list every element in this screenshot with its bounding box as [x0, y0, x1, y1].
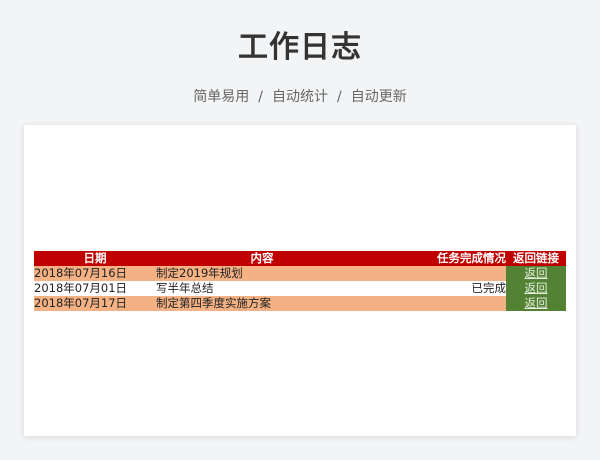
tag-separator: / — [337, 89, 342, 105]
tag-separator: / — [258, 89, 263, 105]
cell-content[interactable]: 写半年总结 — [156, 281, 368, 296]
return-link[interactable]: 返回 — [525, 296, 548, 310]
page: 工作日志 简单易用 / 自动统计 / 自动更新 日期 内容 任务完成情况 返回链接 — [0, 0, 600, 460]
table-row: 2018年07月16日 制定2019年规划 返回 — [34, 266, 566, 281]
cell-link: 返回 — [506, 281, 566, 296]
cell-link: 返回 — [506, 296, 566, 311]
column-header-content: 内容 — [156, 251, 368, 266]
return-link[interactable]: 返回 — [525, 281, 548, 295]
tag-auto-stats: 自动统计 — [272, 89, 328, 105]
tag-auto-update: 自动更新 — [350, 89, 407, 105]
table-row: 2018年07月01日 写半年总结 已完成 返回 — [34, 281, 566, 296]
return-link[interactable]: 返回 — [525, 266, 548, 280]
spreadsheet-sheet: 日期 内容 任务完成情况 返回链接 2018年07月16日 制定2019年规划 … — [24, 125, 576, 436]
tag-easy: 简单易用 — [193, 89, 250, 105]
cell-link: 返回 — [506, 266, 566, 281]
cell-date[interactable]: 2018年07月17日 — [34, 296, 156, 311]
feature-tags: 简单易用 / 自动统计 / 自动更新 — [0, 86, 600, 106]
work-log-table: 日期 内容 任务完成情况 返回链接 2018年07月16日 制定2019年规划 … — [34, 251, 566, 311]
cell-status[interactable] — [368, 266, 506, 281]
cell-content[interactable]: 制定2019年规划 — [156, 266, 368, 281]
cell-status[interactable]: 已完成 — [368, 281, 506, 296]
cell-date[interactable]: 2018年07月01日 — [34, 281, 156, 296]
cell-date[interactable]: 2018年07月16日 — [34, 266, 156, 281]
table-header-row: 日期 内容 任务完成情况 返回链接 — [34, 251, 566, 266]
page-title: 工作日志 — [238, 30, 362, 65]
column-header-date: 日期 — [34, 251, 156, 266]
cell-status[interactable] — [368, 296, 506, 311]
table-row: 2018年07月17日 制定第四季度实施方案 返回 — [34, 296, 566, 311]
cell-content[interactable]: 制定第四季度实施方案 — [156, 296, 368, 311]
column-header-link: 返回链接 — [506, 251, 566, 266]
column-header-status: 任务完成情况 — [368, 251, 506, 266]
